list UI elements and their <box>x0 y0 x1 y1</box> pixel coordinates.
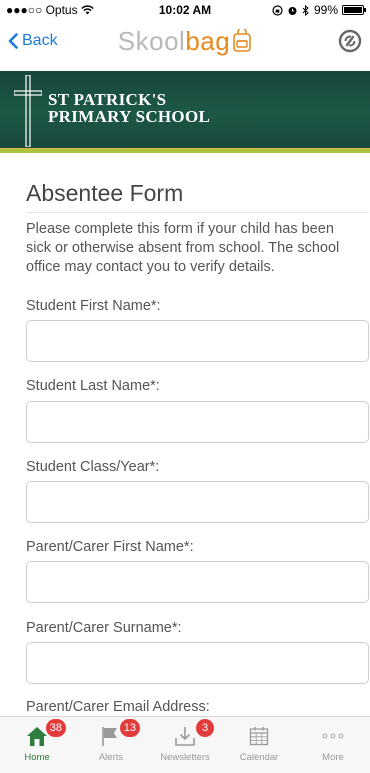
alarm-icon <box>288 6 297 15</box>
parent-first-name-label: Parent/Carer First Name*: <box>26 539 194 555</box>
logo-prefix: Skool <box>117 26 186 56</box>
bluetooth-icon <box>302 4 309 16</box>
parent-first-name-input[interactable] <box>26 561 369 603</box>
back-label: Back <box>22 32 58 49</box>
carrier-label: ●●●○○ Optus <box>6 3 78 17</box>
more-icon <box>322 733 344 739</box>
page-title: Absentee Form <box>26 180 184 206</box>
student-class-label: Student Class/Year*: <box>26 459 160 475</box>
tab-newsletters[interactable]: 3 Newsletters <box>150 719 220 763</box>
student-first-name-label: Student First Name*: <box>26 298 161 314</box>
battery-icon <box>342 5 366 15</box>
calendar-icon <box>249 727 269 746</box>
status-left: ●●●○○ Optus <box>6 3 94 17</box>
school-name: ST PATRICK'S PRIMARY SCHOOL <box>48 91 210 125</box>
status-right: 99% <box>272 3 366 17</box>
tab-home[interactable]: 38 Home <box>2 719 72 763</box>
tab-more-icon-wrap <box>318 721 348 751</box>
parent-surname-input[interactable] <box>26 642 369 684</box>
tab-newsletters-label: Newsletters <box>160 752 210 763</box>
student-class-input[interactable] <box>26 481 369 523</box>
parent-email-label: Parent/Carer Email Address: <box>26 699 210 715</box>
student-last-name-label: Student Last Name*: <box>26 378 160 394</box>
parent-surname-label: Parent/Carer Surname*: <box>26 620 182 636</box>
school-name-line2: PRIMARY SCHOOL <box>48 107 211 126</box>
banner-stripe-green <box>0 149 370 153</box>
newsletters-badge: 3 <box>196 719 214 737</box>
cross-icon <box>14 75 42 147</box>
alerts-badge: 13 <box>119 719 140 737</box>
logo-accent: bag <box>185 26 231 56</box>
back-button[interactable]: Back <box>8 32 58 50</box>
tab-calendar-label: Calendar <box>239 752 279 763</box>
tab-alerts[interactable]: 13 Alerts <box>76 719 146 763</box>
status-bar: ●●●○○ Optus 10:02 AM 99% <box>0 0 370 20</box>
form-intro: Please complete this form if your child … <box>26 221 340 275</box>
tab-home-label: Home <box>24 752 50 763</box>
school-banner: ST PATRICK'S PRIMARY SCHOOL <box>0 71 370 153</box>
tab-home-icon-wrap: 38 <box>22 719 66 751</box>
tab-bar: 38 Home 13 Alerts 3 Newsletters Calendar… <box>0 716 370 773</box>
student-first-name-input[interactable] <box>26 320 369 362</box>
nav-bar: Back Skoolbag <box>0 20 370 62</box>
tab-alerts-label: Alerts <box>98 752 124 763</box>
orientation-lock-icon <box>272 4 283 16</box>
tab-calendar-icon-wrap <box>244 721 274 751</box>
schoolbag-icon <box>233 29 252 52</box>
flag-icon <box>102 727 117 746</box>
title-divider <box>26 212 369 213</box>
tab-more[interactable]: More <box>298 721 368 763</box>
tab-alerts-icon-wrap: 13 <box>96 719 140 751</box>
sync-icon[interactable] <box>338 29 362 53</box>
download-tray-icon <box>175 727 195 746</box>
battery-percent: 99% <box>313 3 338 17</box>
student-last-name-input[interactable] <box>26 401 369 443</box>
school-name-line1: ST PATRICK'S <box>48 90 167 109</box>
chevron-left-icon <box>8 33 18 49</box>
wifi-icon <box>80 5 94 15</box>
tab-newsletters-icon-wrap: 3 <box>170 719 214 751</box>
tab-calendar[interactable]: Calendar <box>224 721 294 763</box>
tab-more-label: More <box>322 752 344 763</box>
home-badge: 38 <box>45 719 66 737</box>
